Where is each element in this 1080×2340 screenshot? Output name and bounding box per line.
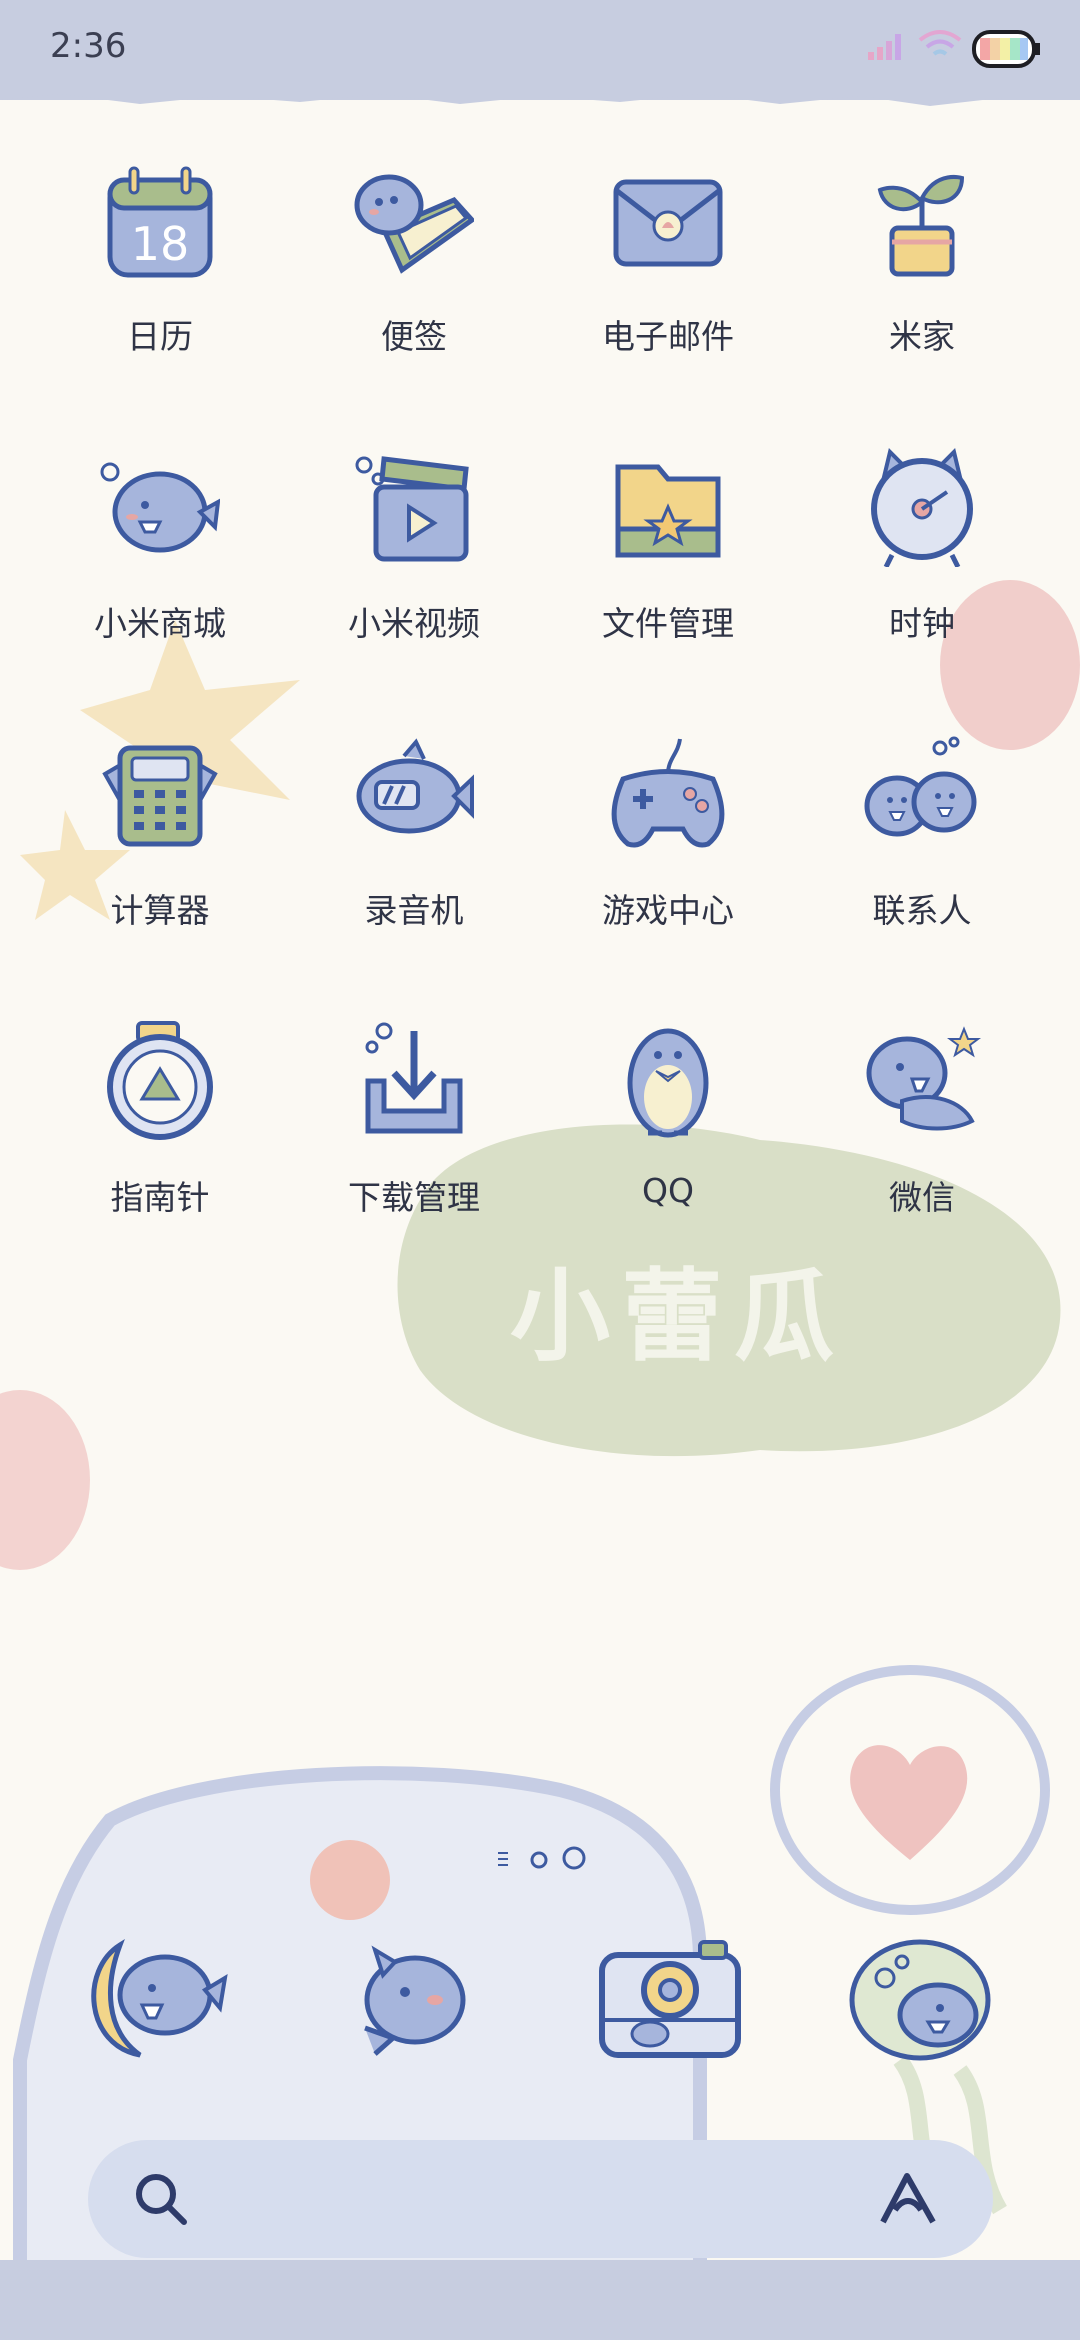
clock-icon [871,448,973,567]
app-xiaomi-store[interactable]: 小米商城 [60,447,260,677]
app-recorder[interactable]: 录音机 [314,734,514,964]
svg-text:18: 18 [131,217,190,271]
wechat-shark-icon [866,1026,981,1131]
app-game-center[interactable]: 游戏中心 [568,734,768,964]
app-calendar[interactable]: 18 日历 [60,160,260,390]
shark-icon [364,1945,466,2056]
signal-icon [868,34,901,60]
app-contacts[interactable]: 联系人 [822,734,1022,964]
app-label: 日历 [127,317,193,356]
app-xiaomi-video[interactable]: 小米视频 [314,447,514,677]
navigation-bar [0,2260,1080,2340]
status-time: 2:36 [50,26,127,66]
notes-icon [354,174,474,274]
download-icon [365,1022,463,1134]
app-label: 文件管理 [602,604,734,643]
app-compass[interactable]: 指南针 [60,1021,260,1251]
dock-app-1[interactable] [80,1930,240,2070]
dock-app-3[interactable] [590,1930,750,2070]
dock-app-2[interactable] [335,1930,495,2070]
search-icon [136,2174,187,2225]
app-label: 微信 [889,1178,955,1217]
app-label: 小米商城 [94,604,226,643]
wallpaper-text: 小蕾瓜 [510,1258,846,1375]
app-calculator[interactable]: 计算器 [60,734,260,964]
video-icon [355,456,469,562]
app-label: 联系人 [872,891,972,930]
app-clock[interactable]: 时钟 [822,447,1022,677]
contacts-icon [864,736,977,837]
app-label: 游戏中心 [602,891,734,930]
app-qq[interactable]: QQ [568,1021,768,1251]
page-indicator [498,1846,586,1870]
search-bar[interactable] [88,2140,993,2258]
penguin-icon [627,1028,709,1138]
plant-icon [877,174,965,277]
gamepad-icon [611,738,725,848]
app-mijia[interactable]: 米家 [822,160,1022,390]
app-label: 时钟 [889,604,955,643]
app-label: 便签 [381,317,447,356]
wifi-icon [918,30,962,56]
assistant-icon[interactable] [877,2168,941,2228]
bubble-shark-icon [849,1939,991,2061]
app-label: 指南针 [110,1178,210,1217]
torn-edge-decor [0,60,1080,106]
app-label: 电子邮件 [602,317,734,356]
camera-icon [599,1940,741,2058]
app-label: 米家 [889,317,955,356]
calculator-icon [102,745,218,847]
compass-icon [107,1021,213,1140]
mail-icon [613,179,723,267]
battery-icon [972,30,1040,68]
app-notes[interactable]: 便签 [314,160,514,390]
calendar-icon: 18 [107,166,213,278]
folder-icon [615,464,721,558]
moon-shark-icon [91,1938,228,2058]
app-mail[interactable]: 电子邮件 [568,160,768,390]
app-file-manager[interactable]: 文件管理 [568,447,768,677]
app-label: 录音机 [364,891,464,930]
app-label: QQ [642,1171,694,1210]
shark-store-icon [100,462,220,553]
app-label: 计算器 [110,891,210,930]
app-wechat[interactable]: 微信 [822,1021,1022,1251]
app-label: 小米视频 [348,604,480,643]
recorder-icon [356,738,474,834]
app-label: 下载管理 [348,1178,480,1217]
dock-app-4[interactable] [840,1930,1000,2070]
app-download-manager[interactable]: 下载管理 [314,1021,514,1251]
